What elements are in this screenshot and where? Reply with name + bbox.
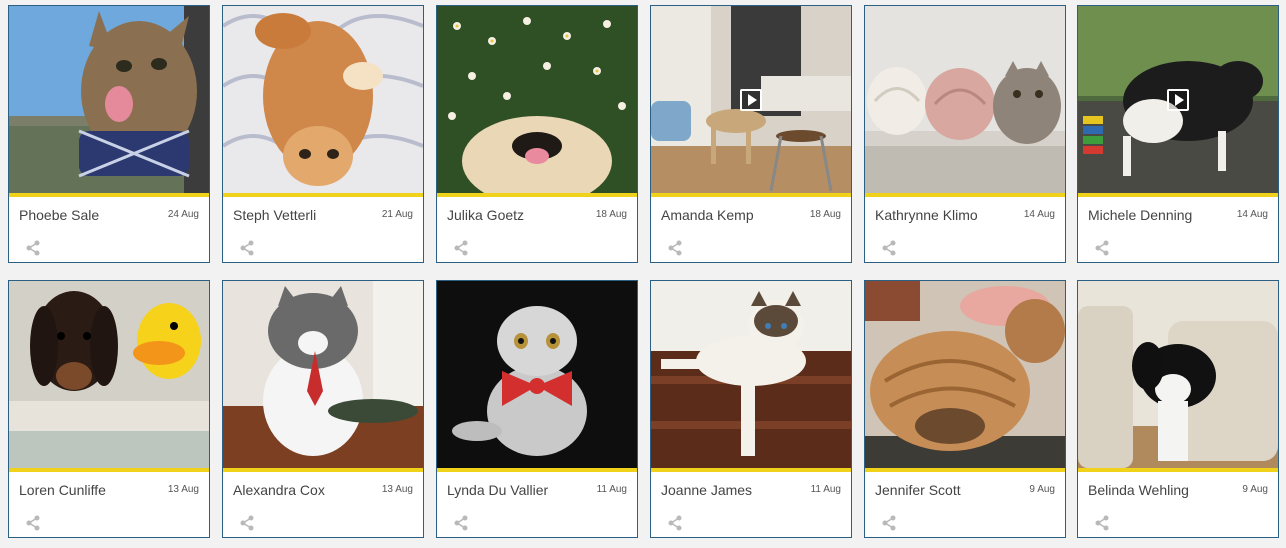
photo-card[interactable]: Julika Goetz 18 Aug (436, 5, 638, 263)
post-date: 18 Aug (595, 209, 627, 220)
owner-name: Michele Denning (1088, 207, 1193, 223)
post-date: 18 Aug (809, 209, 841, 220)
accent-bar (651, 193, 851, 197)
card-photo-cat[interactable] (437, 281, 637, 468)
accent-bar (651, 468, 851, 472)
share-icon[interactable] (667, 240, 683, 256)
post-date: 13 Aug (167, 484, 199, 495)
accent-bar (9, 193, 209, 197)
play-video-icon[interactable] (740, 88, 762, 111)
share-icon[interactable] (25, 240, 41, 256)
accent-bar (437, 468, 637, 472)
post-date: 9 Aug (1242, 484, 1268, 495)
accent-bar (1078, 193, 1278, 197)
owner-name: Steph Vetterli (233, 207, 317, 223)
owner-name: Phoebe Sale (19, 207, 100, 223)
accent-bar (223, 193, 423, 197)
owner-name: Joanne James (661, 482, 753, 498)
share-icon[interactable] (239, 515, 255, 531)
accent-bar (223, 468, 423, 472)
post-date: 9 Aug (1029, 484, 1055, 495)
owner-name: Belinda Wehling (1088, 482, 1189, 498)
play-video-icon[interactable] (1167, 88, 1189, 111)
share-icon[interactable] (1094, 240, 1110, 256)
photo-grid: Phoebe Sale 24 Aug Steph Vetterli 21 Aug (0, 0, 1286, 548)
photo-card[interactable]: Loren Cunliffe 13 Aug (8, 280, 210, 538)
card-photo-cat[interactable] (223, 6, 423, 193)
owner-name: Amanda Kemp (661, 207, 754, 223)
share-icon[interactable] (1094, 515, 1110, 531)
owner-name: Julika Goetz (447, 207, 525, 223)
accent-bar (1078, 468, 1278, 472)
owner-name: Alexandra Cox (233, 482, 325, 498)
photo-card[interactable]: Michele Denning 14 Aug (1077, 5, 1279, 263)
post-date: 13 Aug (381, 484, 413, 495)
card-photo-dog[interactable] (1078, 6, 1278, 193)
share-icon[interactable] (667, 515, 683, 531)
post-date: 11 Aug (810, 484, 841, 495)
accent-bar (865, 193, 1065, 197)
post-date: 14 Aug (1236, 209, 1268, 220)
card-photo-cat[interactable] (223, 281, 423, 468)
post-date: 14 Aug (1023, 209, 1055, 220)
share-icon[interactable] (25, 515, 41, 531)
card-photo-dog[interactable] (9, 281, 209, 468)
photo-card[interactable]: Phoebe Sale 24 Aug (8, 5, 210, 263)
share-icon[interactable] (239, 240, 255, 256)
photo-card[interactable]: Jennifer Scott 9 Aug (864, 280, 1066, 538)
share-icon[interactable] (881, 515, 897, 531)
card-photo-cat[interactable] (865, 6, 1065, 193)
accent-bar (865, 468, 1065, 472)
post-date: 24 Aug (167, 209, 199, 220)
photo-card[interactable]: Belinda Wehling 9 Aug (1077, 280, 1279, 538)
post-date: 11 Aug (596, 484, 627, 495)
owner-name: Lynda Du Vallier (447, 482, 549, 498)
photo-card[interactable]: Joanne James 11 Aug (650, 280, 852, 538)
photo-card[interactable]: Lynda Du Vallier 11 Aug (436, 280, 638, 538)
photo-card[interactable]: Amanda Kemp 18 Aug (650, 5, 852, 263)
share-icon[interactable] (453, 515, 469, 531)
photo-card[interactable]: Kathrynne Klimo 14 Aug (864, 5, 1066, 263)
card-photo-cat[interactable] (9, 6, 209, 193)
card-photo-dog[interactable] (651, 6, 851, 193)
accent-bar (9, 468, 209, 472)
share-icon[interactable] (881, 240, 897, 256)
card-photo-dog[interactable] (437, 6, 637, 193)
owner-name: Loren Cunliffe (19, 482, 106, 498)
owner-name: Jennifer Scott (875, 482, 961, 498)
card-photo-cat[interactable] (651, 281, 851, 468)
photo-card[interactable]: Alexandra Cox 13 Aug (222, 280, 424, 538)
card-photo-dog[interactable] (865, 281, 1065, 468)
accent-bar (437, 193, 637, 197)
post-date: 21 Aug (381, 209, 413, 220)
share-icon[interactable] (453, 240, 469, 256)
photo-card[interactable]: Steph Vetterli 21 Aug (222, 5, 424, 263)
card-photo-dog[interactable] (1078, 281, 1278, 468)
owner-name: Kathrynne Klimo (875, 207, 978, 223)
